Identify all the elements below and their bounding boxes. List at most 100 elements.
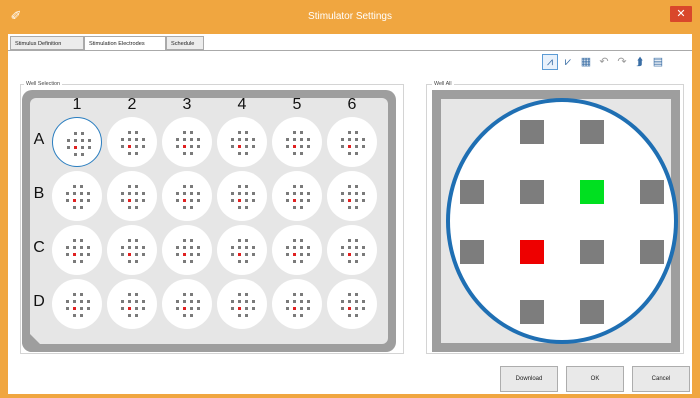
electrode-dot — [135, 314, 138, 317]
column-label[interactable]: 1 — [67, 96, 87, 114]
well-a4[interactable] — [217, 117, 267, 167]
electrode-dot — [348, 199, 351, 202]
close-button[interactable]: ✕ — [670, 6, 692, 22]
stim-electrode[interactable] — [520, 240, 544, 264]
well-a6[interactable] — [327, 117, 377, 167]
grid-select-icon[interactable]: ▦ — [578, 54, 594, 70]
column-label[interactable]: 3 — [177, 96, 197, 114]
electrode-dot — [135, 206, 138, 209]
electrode[interactable] — [580, 120, 604, 144]
copy-to-wells-icon[interactable]: ⮭ — [632, 54, 648, 70]
well-c5[interactable] — [272, 225, 322, 275]
electrode[interactable] — [520, 180, 544, 204]
column-label[interactable]: 4 — [232, 96, 252, 114]
electrode-dot — [231, 138, 234, 141]
well-c1[interactable] — [52, 225, 102, 275]
electrode-dot — [245, 300, 248, 303]
electrode[interactable] — [640, 240, 664, 264]
well-a2[interactable] — [107, 117, 157, 167]
electrode-dot — [190, 307, 193, 310]
row-label[interactable]: A — [32, 131, 46, 149]
waveform-add-icon[interactable]: ⩗ — [560, 54, 576, 70]
column-label[interactable]: 2 — [122, 96, 142, 114]
row-label[interactable]: D — [32, 293, 46, 311]
well-c2[interactable] — [107, 225, 157, 275]
electrode-dot — [142, 246, 145, 249]
electrode[interactable] — [580, 300, 604, 324]
tab-schedule[interactable]: Schedule — [166, 36, 204, 50]
well-d5[interactable] — [272, 279, 322, 329]
electrode-dot — [135, 145, 138, 148]
electrode[interactable] — [520, 120, 544, 144]
well-d4[interactable] — [217, 279, 267, 329]
electrode-dot — [300, 131, 303, 134]
electrode-dot — [293, 138, 296, 141]
electrode-dot — [183, 206, 186, 209]
electrode-dot — [73, 206, 76, 209]
electrode-dot — [73, 239, 76, 242]
ok-button[interactable]: OK — [566, 366, 624, 392]
waveform-select-icon[interactable]: ⩘ — [542, 54, 558, 70]
well-a3[interactable] — [162, 117, 212, 167]
electrode-dot — [197, 246, 200, 249]
electrode-dot — [341, 253, 344, 256]
electrode-dot — [348, 131, 351, 134]
window-title: Stimulator Settings — [308, 11, 392, 22]
electrode-dot — [80, 192, 83, 195]
electrode-dot — [121, 192, 124, 195]
electrode-dot — [238, 185, 241, 188]
well-b3[interactable] — [162, 171, 212, 221]
electrode-dot — [183, 246, 186, 249]
well-d2[interactable] — [107, 279, 157, 329]
electrode-dot — [190, 185, 193, 188]
cancel-button[interactable]: Cancel — [632, 366, 690, 392]
electrode-dot — [238, 314, 241, 317]
electrode[interactable] — [640, 180, 664, 204]
electrode-dot — [245, 152, 248, 155]
electrode-dot — [300, 293, 303, 296]
electrode-dot — [341, 307, 344, 310]
well-a5[interactable] — [272, 117, 322, 167]
tab-stimulus-definition[interactable]: Stimulus Definition — [10, 36, 84, 50]
electrode-dot — [80, 307, 83, 310]
well-b6[interactable] — [327, 171, 377, 221]
electrode-dot — [355, 253, 358, 256]
well-d3[interactable] — [162, 279, 212, 329]
well-d1[interactable] — [52, 279, 102, 329]
electrode-dot — [135, 152, 138, 155]
electrode-dot — [231, 145, 234, 148]
well-d6[interactable] — [327, 279, 377, 329]
column-label[interactable]: 5 — [287, 96, 307, 114]
electrode[interactable] — [520, 300, 544, 324]
well-c3[interactable] — [162, 225, 212, 275]
paste-icon[interactable]: ▤ — [650, 54, 666, 70]
well-b4[interactable] — [217, 171, 267, 221]
well-b2[interactable] — [107, 171, 157, 221]
column-label[interactable]: 6 — [342, 96, 362, 114]
title-bar[interactable]: ✐ Stimulator Settings ✕ — [0, 0, 700, 34]
electrode-dot — [128, 152, 131, 155]
electrode-dot — [341, 192, 344, 195]
electrode[interactable] — [460, 180, 484, 204]
well-c4[interactable] — [217, 225, 267, 275]
selected-electrode[interactable] — [580, 180, 604, 204]
undo-icon[interactable]: ↶ — [596, 54, 612, 70]
well-c6[interactable] — [327, 225, 377, 275]
redo-icon[interactable]: ↷ — [614, 54, 630, 70]
electrode-dot — [128, 192, 131, 195]
row-label[interactable]: C — [32, 239, 46, 257]
electrode[interactable] — [580, 240, 604, 264]
well-a1[interactable] — [52, 117, 102, 167]
electrode[interactable] — [460, 240, 484, 264]
electrode-dot — [128, 185, 131, 188]
electrode-dot — [307, 307, 310, 310]
tab-stimulation-electrodes[interactable]: Stimulation Electrodes — [84, 36, 166, 51]
download-button[interactable]: Download — [500, 366, 558, 392]
well-all-label: Well All — [432, 81, 454, 87]
well-b1[interactable] — [52, 171, 102, 221]
electrode-dot — [88, 146, 91, 149]
electrode-dot — [197, 138, 200, 141]
well-b5[interactable] — [272, 171, 322, 221]
electrode-dot — [183, 253, 186, 256]
row-label[interactable]: B — [32, 185, 46, 203]
